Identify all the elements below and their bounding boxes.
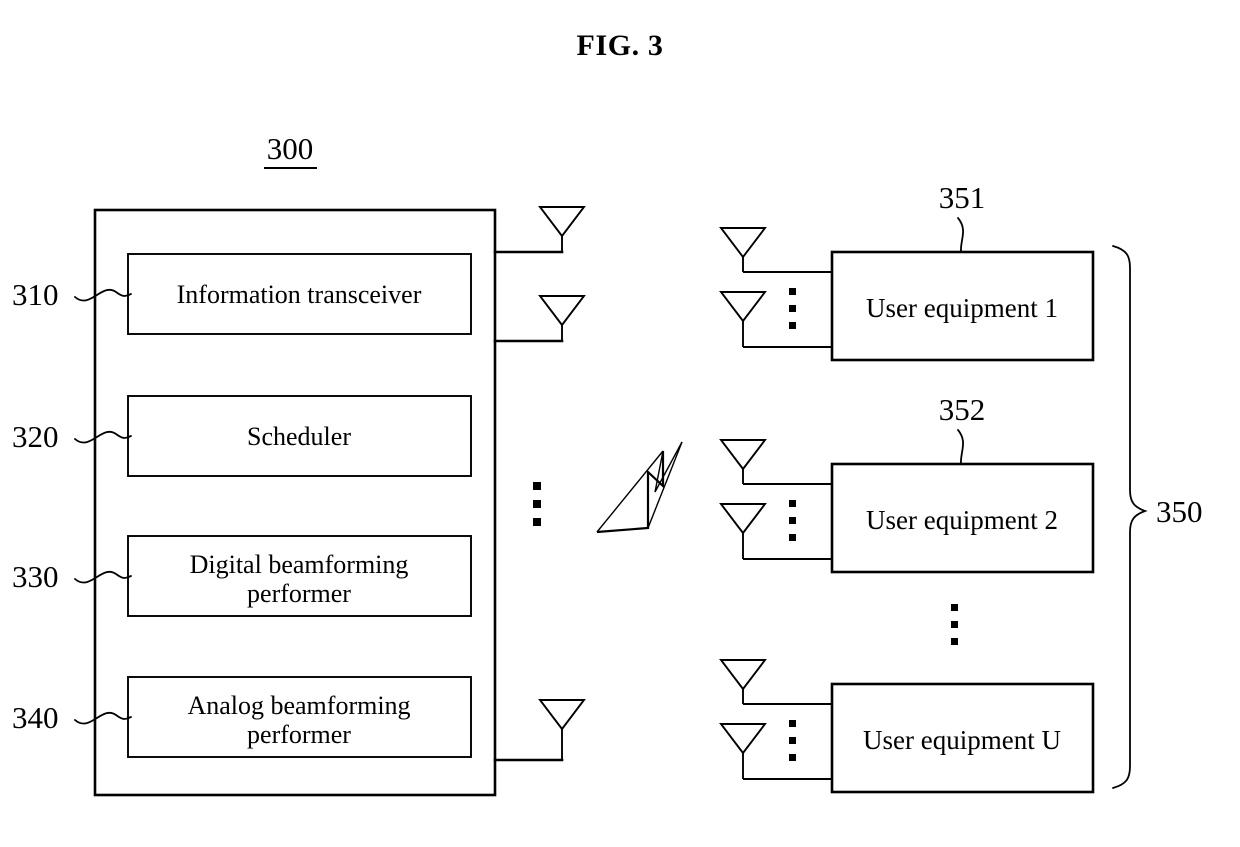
figure-title: FIG. 3 — [577, 29, 664, 62]
ueu-antenna-ellipsis — [789, 720, 796, 761]
bs-antenna-ellipsis — [533, 482, 541, 526]
bs-antenna-icon-3 — [493, 699, 586, 762]
module-reference-330: 330 — [12, 559, 59, 594]
ue-reference-352: 352 — [939, 392, 986, 427]
module-reference-340: 340 — [12, 700, 59, 735]
ue2-antenna-icon-top — [719, 439, 832, 485]
patent-figure: FIG. 3 300 Information transceiver 310 S… — [0, 0, 1240, 847]
module-reference-310: 310 — [12, 277, 59, 312]
ue2-antenna-icon-bottom — [719, 503, 832, 560]
module-reference-320: 320 — [12, 419, 59, 454]
bs-antenna-icon-1 — [493, 206, 586, 254]
ue-label-2: User equipment 2 — [866, 505, 1058, 535]
ue-reference-351: 351 — [939, 180, 986, 215]
leader-line-310 — [74, 289, 132, 302]
ue1-antenna-ellipsis — [789, 288, 796, 329]
leader-line-352 — [957, 429, 964, 465]
wireless-lightning-icon — [596, 441, 683, 534]
diagram-canvas: FIG. 3 300 Information transceiver 310 S… — [12, 29, 1203, 797]
ue2-antenna-ellipsis — [789, 500, 796, 541]
ue-group-u: User equipment U — [719, 659, 1095, 794]
leader-line-340 — [74, 712, 132, 725]
leader-line-320 — [74, 431, 132, 444]
ueu-antenna-icon-bottom — [719, 723, 832, 780]
module-label-analog-beamforming-line2: performer — [247, 720, 351, 749]
module-label-scheduler: Scheduler — [247, 422, 351, 451]
ue-group-1: User equipment 1 351 — [719, 180, 1095, 362]
ueu-antenna-icon-top — [719, 659, 832, 705]
leader-line-330 — [74, 571, 132, 584]
ue1-antenna-icon-top — [719, 227, 832, 273]
ue-label-1: User equipment 1 — [866, 293, 1058, 323]
ue1-antenna-icon-bottom — [719, 291, 832, 348]
ue-label-u: User equipment U — [863, 725, 1061, 755]
ue-list-ellipsis — [951, 604, 958, 645]
bs-antenna-icon-2 — [493, 295, 586, 343]
system-reference-number: 300 — [267, 131, 314, 166]
module-label-information-transceiver: Information transceiver — [177, 280, 422, 309]
module-label-digital-beamforming-line1: Digital beamforming — [190, 550, 409, 579]
ue-group-brace — [1112, 245, 1148, 789]
leader-line-351 — [957, 217, 964, 253]
ue-group-reference-350: 350 — [1156, 494, 1203, 529]
ue-group-2: User equipment 2 352 — [719, 392, 1095, 574]
module-label-digital-beamforming-line2: performer — [247, 579, 351, 608]
module-label-analog-beamforming-line1: Analog beamforming — [187, 691, 410, 720]
